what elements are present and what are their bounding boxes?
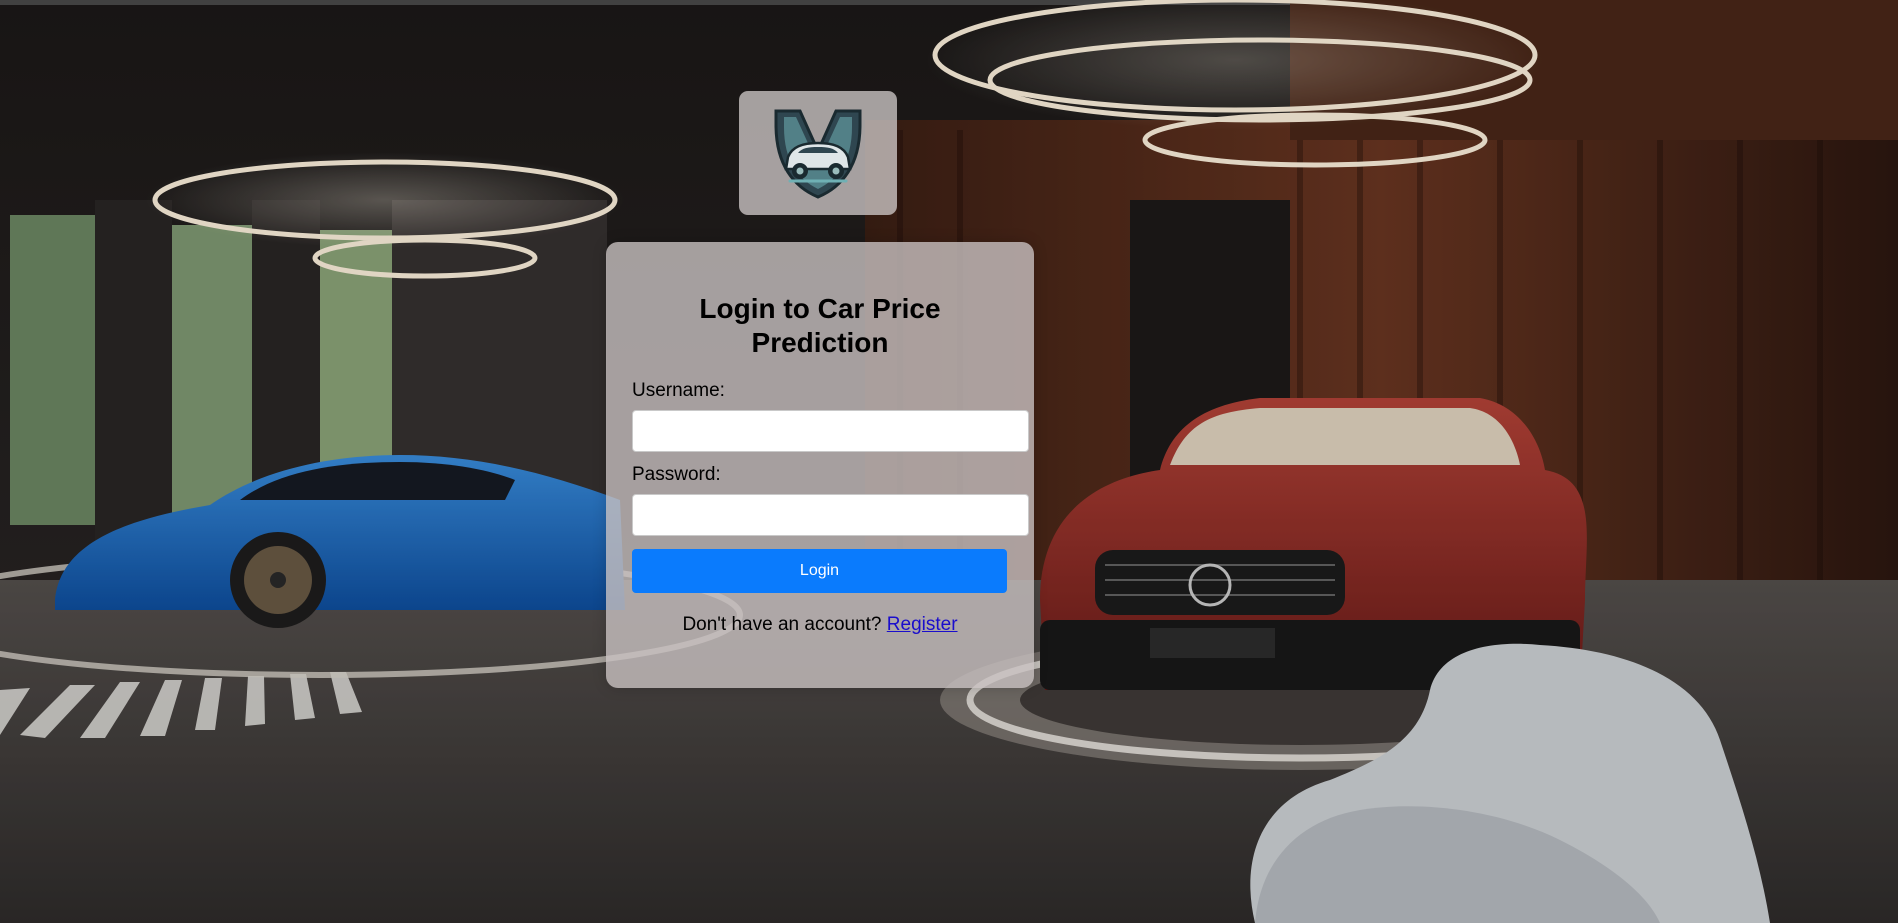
password-input[interactable] (632, 494, 1029, 536)
register-link[interactable]: Register (887, 614, 958, 635)
login-page: Login to Car Price Prediction Username: … (0, 0, 1898, 923)
username-label: Username: (632, 380, 725, 401)
password-label: Password: (632, 464, 721, 485)
register-prompt-text: Don't have an account? (682, 614, 882, 635)
register-prompt-line: Don't have an account? Register (632, 614, 1008, 636)
username-input[interactable] (632, 410, 1029, 452)
login-card: Login to Car Price Prediction Username: … (606, 242, 1034, 688)
car-shield-logo-icon (774, 109, 862, 199)
login-button[interactable]: Login (632, 549, 1007, 593)
login-title: Login to Car Price Prediction (699, 293, 941, 358)
logo-container (739, 91, 897, 215)
